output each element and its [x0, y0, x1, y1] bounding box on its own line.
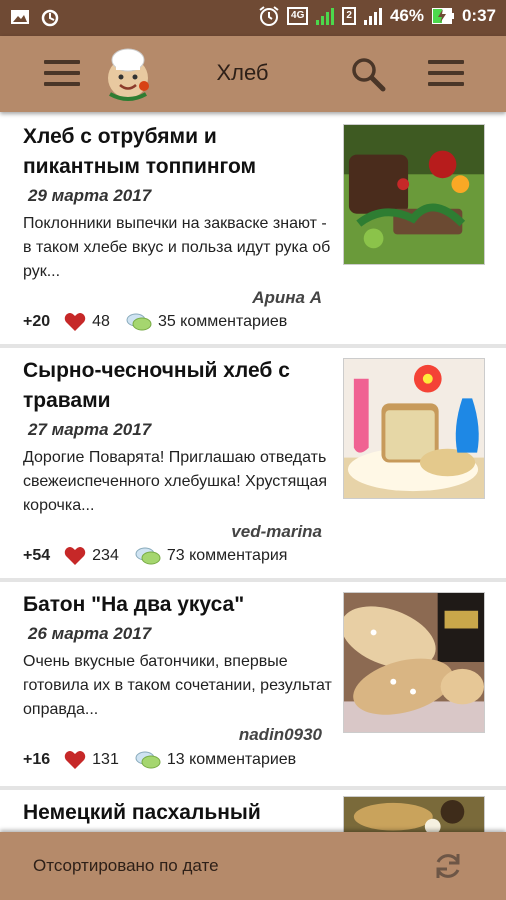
chef-logo — [108, 48, 149, 101]
recipe-author[interactable]: Арина А — [252, 288, 322, 308]
recipe-photo[interactable] — [343, 592, 485, 733]
recipe-date: 29 марта 2017 — [28, 186, 152, 205]
heart-icon[interactable] — [64, 750, 86, 770]
recipe-card[interactable]: Батон "На два укуса" 26 марта 2017 Очень… — [0, 582, 506, 786]
battery-percent: 46% — [389, 6, 424, 25]
status-bar: 4G 2 46% 0:37 — [0, 0, 506, 36]
recipe-stats: +16 131 13 комментариев — [23, 750, 296, 770]
recipe-title[interactable]: Батон "На два укуса" — [23, 590, 333, 620]
search-icon[interactable] — [348, 54, 388, 94]
recipe-description: Дорогие Поварята! Приглашаю отведать све… — [23, 449, 328, 514]
recipe-score: +54 — [23, 547, 51, 564]
recipe-stats: +54 234 73 комментария — [23, 546, 287, 566]
page-title: Хлеб — [216, 60, 269, 85]
recipe-date: 26 марта 2017 — [28, 624, 152, 643]
recipe-likes: 48 — [92, 313, 110, 330]
refresh-icon[interactable] — [432, 850, 464, 882]
recipe-likes: 131 — [92, 751, 119, 768]
comments-icon[interactable] — [126, 312, 152, 332]
recipe-stats: +20 48 35 комментариев — [23, 312, 287, 332]
heart-icon[interactable] — [64, 546, 86, 566]
bottom-bar: Отсортировано по дате — [0, 832, 506, 900]
recipe-date: 27 марта 2017 — [28, 420, 152, 439]
recipe-title[interactable]: Сырно-чесночный хлеб с травами — [23, 356, 333, 416]
app-bar: Хлеб — [0, 36, 506, 112]
recipe-likes: 234 — [92, 547, 119, 564]
recipe-card[interactable]: Сырно-чесночный хлеб с травами 27 марта … — [0, 348, 506, 578]
battery-charging-icon — [431, 8, 454, 24]
recipe-description: Поклонники выпечки на закваске знают - в… — [23, 215, 331, 280]
recipe-title[interactable]: Немецкий пасхальный — [23, 798, 333, 828]
recipe-card[interactable]: Хлеб с отрубями и пикантным топпингом 29… — [0, 112, 506, 344]
signal-icon-2 — [363, 8, 382, 25]
recipe-list[interactable]: Хлеб с отрубями и пикантным топпингом 29… — [0, 112, 506, 832]
recipe-author[interactable]: nadin0930 — [239, 725, 322, 745]
comments-icon[interactable] — [135, 546, 161, 566]
alarm-icon — [259, 6, 279, 26]
gallery-notification-icon — [11, 10, 29, 24]
signal-icon-1 — [316, 8, 335, 25]
comments-icon[interactable] — [135, 750, 161, 770]
network-type-badge: 4G — [287, 7, 309, 25]
heart-icon[interactable] — [64, 312, 86, 332]
more-menu-icon[interactable] — [428, 60, 464, 88]
recipe-photo[interactable] — [343, 796, 485, 832]
sort-label[interactable]: Отсортировано по дате — [33, 856, 219, 876]
recipe-card[interactable]: Немецкий пасхальный — [0, 790, 506, 832]
clock: 0:37 — [461, 6, 496, 25]
menu-icon[interactable] — [44, 60, 80, 88]
recipe-author[interactable]: ved-marina — [231, 522, 322, 542]
sync-notification-icon — [41, 9, 59, 27]
recipe-comments[interactable]: 13 комментариев — [167, 751, 296, 769]
recipe-description: Очень вкусные батончики, впервые готовил… — [23, 653, 332, 718]
recipe-photo[interactable] — [343, 124, 485, 265]
recipe-score: +16 — [23, 751, 51, 768]
recipe-comments[interactable]: 35 комментариев — [158, 313, 287, 331]
recipe-score: +20 — [23, 313, 51, 330]
recipe-title[interactable]: Хлеб с отрубями и пикантным топпингом — [23, 122, 333, 182]
recipe-photo[interactable] — [343, 358, 485, 499]
recipe-comments[interactable]: 73 комментария — [167, 547, 288, 565]
sim-badge: 2 — [342, 7, 356, 25]
